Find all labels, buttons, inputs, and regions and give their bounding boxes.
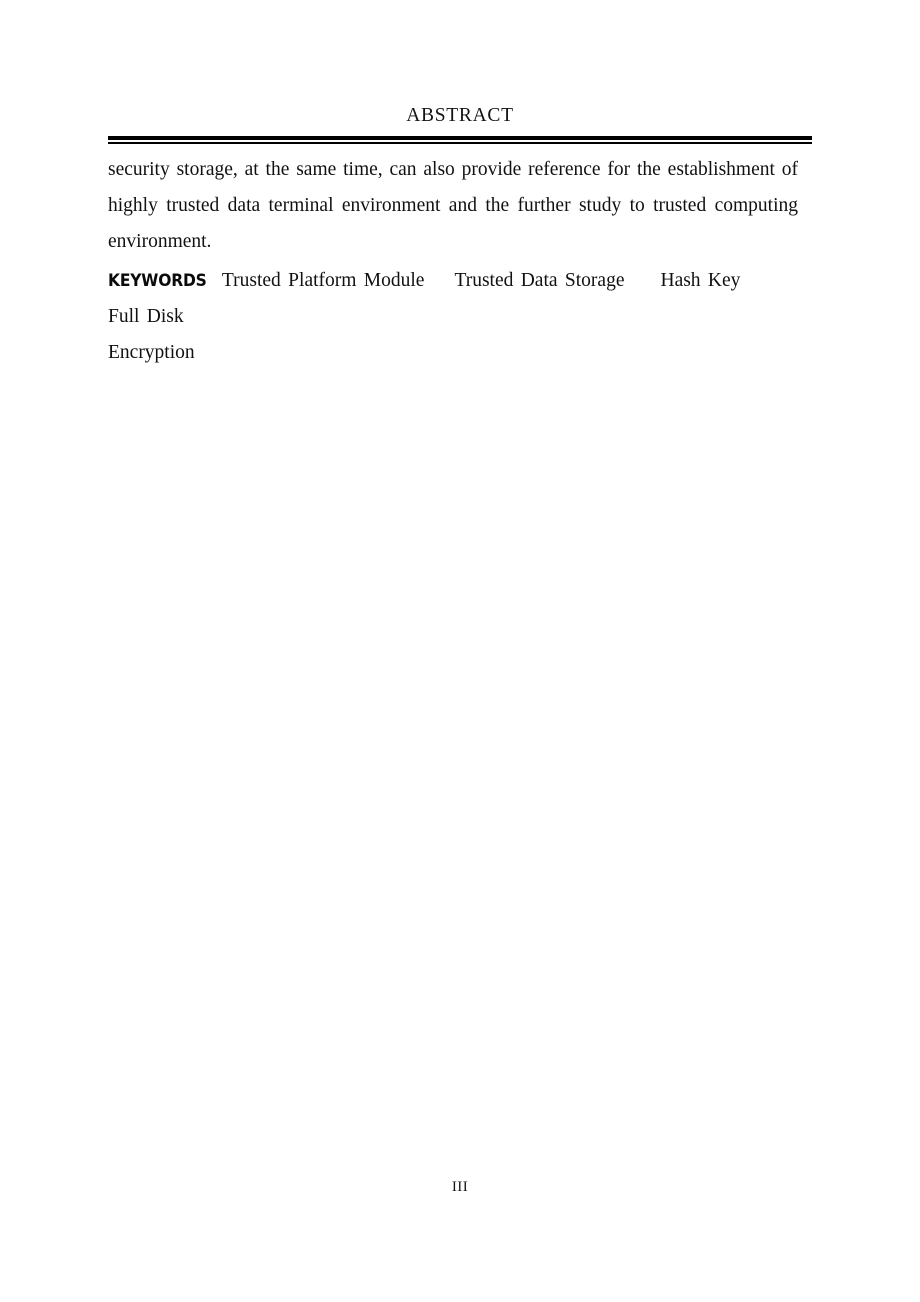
keywords-label: KEYWORDS bbox=[108, 271, 207, 290]
running-header: ABSTRACT bbox=[108, 106, 812, 126]
keyword-term-4-part2: Encryption bbox=[108, 342, 195, 363]
page-title: ABSTRACT bbox=[406, 105, 514, 126]
page-footer: III bbox=[108, 1178, 812, 1196]
abstract-body: security storage, at the same time, can … bbox=[108, 152, 798, 260]
keyword-term-3: Hash Key bbox=[660, 270, 741, 291]
document-page: ABSTRACT security storage, at the same t… bbox=[0, 0, 920, 1302]
abstract-paragraph: security storage, at the same time, can … bbox=[108, 159, 798, 252]
header-rule-thin bbox=[108, 142, 812, 144]
keywords-line-1: KEYWORDS Trusted Platform Module Trusted… bbox=[108, 263, 798, 335]
header-double-rule bbox=[108, 136, 812, 144]
keywords-section: KEYWORDS Trusted Platform Module Trusted… bbox=[108, 263, 798, 371]
page-number: III bbox=[451, 1179, 469, 1195]
keyword-term-2: Trusted Data Storage bbox=[454, 270, 625, 291]
keyword-term-1: Trusted Platform Module bbox=[221, 270, 425, 291]
keyword-term-4-part1: Full Disk bbox=[108, 306, 184, 327]
